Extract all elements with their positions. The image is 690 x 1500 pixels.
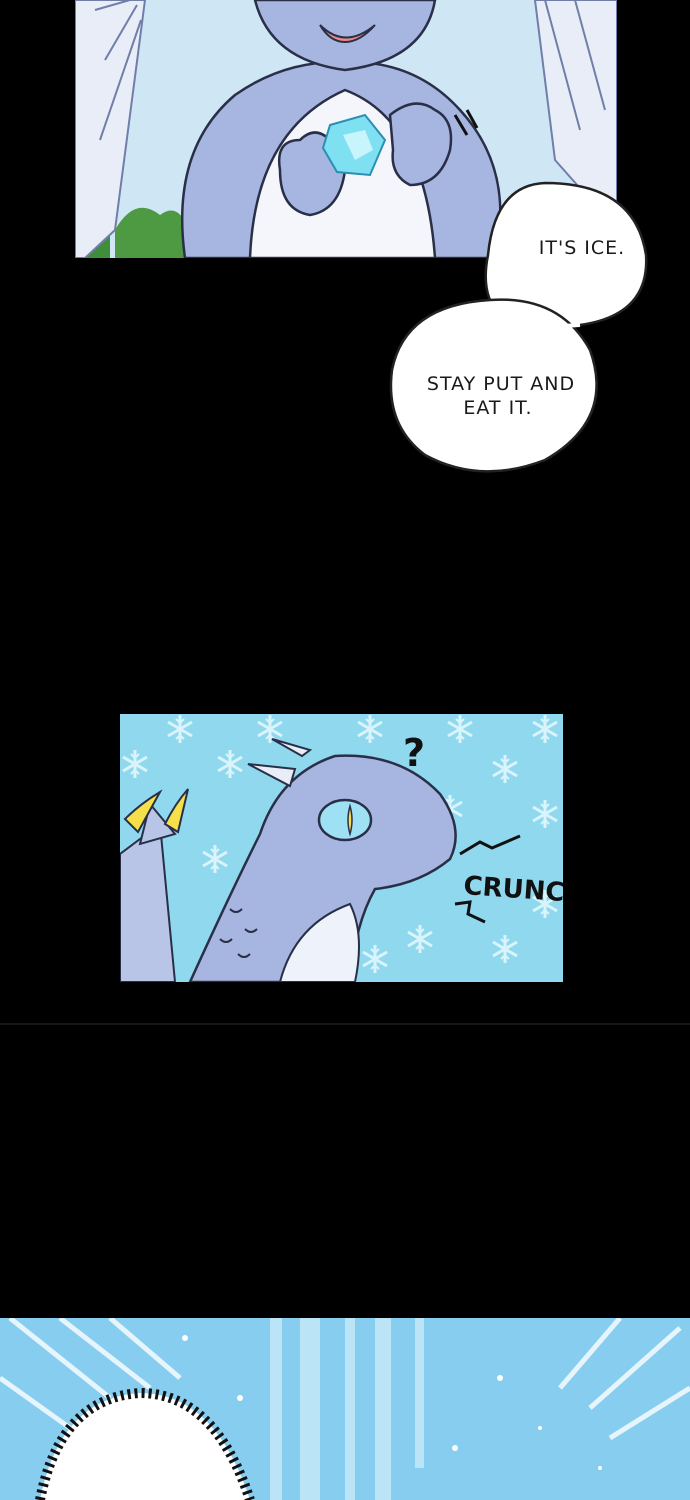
comic-panel-burst [0,1318,690,1500]
bubble-2-line-2: EAT IT. [463,397,532,419]
comic-panel-crunch: ? CRUNCH [120,714,563,982]
panel-divider [0,1023,690,1025]
bubble-2-line-1: STAY PUT AND [427,373,575,395]
radial-burst-icon [0,1318,690,1500]
speech-bubbles-group: IT'S ICE. STAY PUT AND EAT IT. [389,181,648,473]
bubble-1-line-1: IT'S ICE. [539,237,625,259]
question-mark: ? [403,731,425,775]
crunch-sfx: CRUNCH [463,871,563,909]
